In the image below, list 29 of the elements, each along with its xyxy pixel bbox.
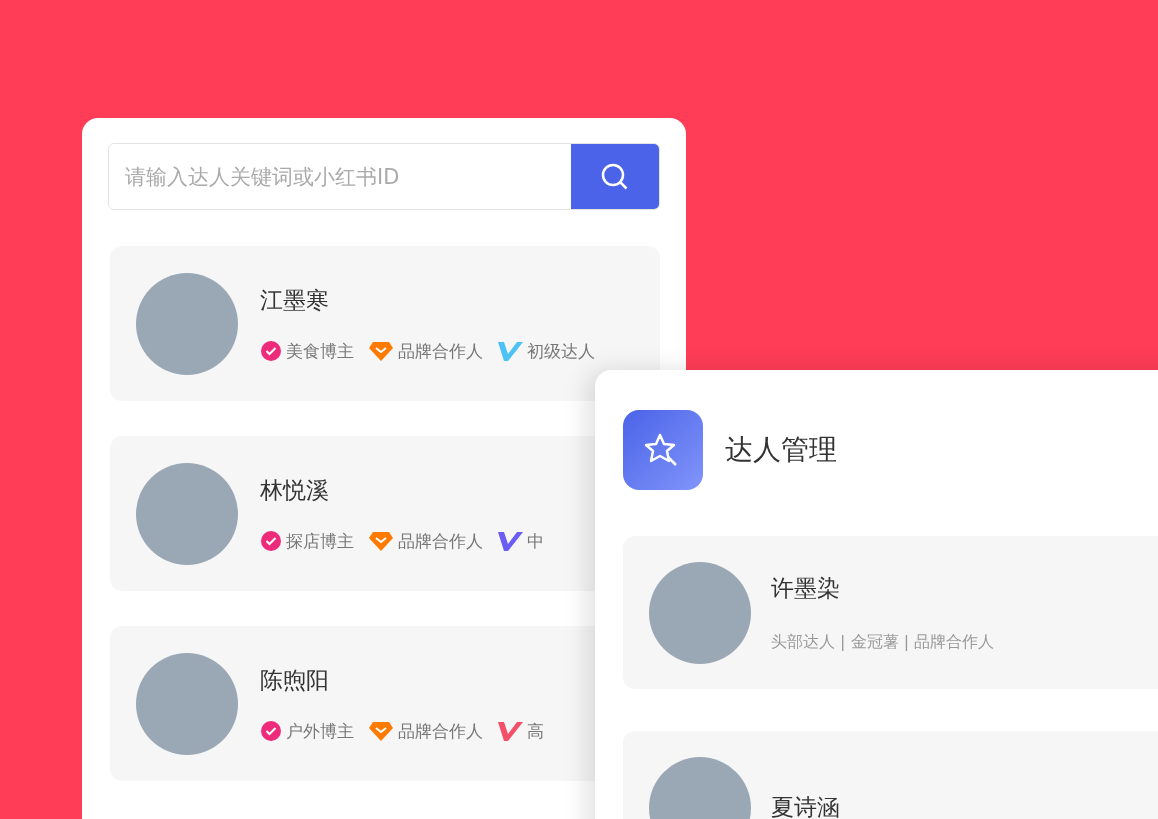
tag-label: 中 xyxy=(527,529,544,553)
diamond-icon xyxy=(368,340,394,362)
search-icon xyxy=(600,161,630,192)
tag-label: 探店博主 xyxy=(286,529,354,553)
creator-name: 夏诗涵 xyxy=(771,793,840,819)
tag-label: 品牌合作人 xyxy=(398,529,483,553)
creator-name: 许墨染 xyxy=(771,573,841,603)
creator-tags: 头部达人 | 金冠薯 | 品牌合作人 xyxy=(771,631,995,653)
diamond-icon xyxy=(368,530,394,552)
panel-title: 达人管理 xyxy=(725,432,837,468)
creator-card[interactable]: 江墨寒 美食博主 品牌合作人 初级达人 xyxy=(110,246,660,401)
creator-name: 江墨寒 xyxy=(260,285,330,315)
tag-label: 户外博主 xyxy=(286,719,354,743)
creator-card[interactable]: 许墨染 头部达人 | 金冠薯 | 品牌合作人 xyxy=(623,536,1158,689)
tag-label: 高 xyxy=(527,719,544,743)
tag-label: 品牌合作人 xyxy=(398,339,483,363)
creator-name: 陈煦阳 xyxy=(260,665,330,695)
search-field[interactable]: 请输入达人关键词或小红书ID xyxy=(108,143,660,210)
check-badge-icon xyxy=(260,340,282,362)
check-badge-icon xyxy=(260,530,282,552)
check-badge-icon xyxy=(260,720,282,742)
creator-name: 林悦溪 xyxy=(260,475,330,505)
diamond-icon xyxy=(368,720,394,742)
tag-label: 美食博主 xyxy=(286,339,354,363)
tag-label: 品牌合作人 xyxy=(398,719,483,743)
tag-label: 初级达人 xyxy=(527,339,595,363)
creator-card[interactable]: 夏诗涵 xyxy=(623,731,1158,819)
search-button[interactable] xyxy=(571,144,659,209)
star-wand-icon xyxy=(623,410,703,490)
